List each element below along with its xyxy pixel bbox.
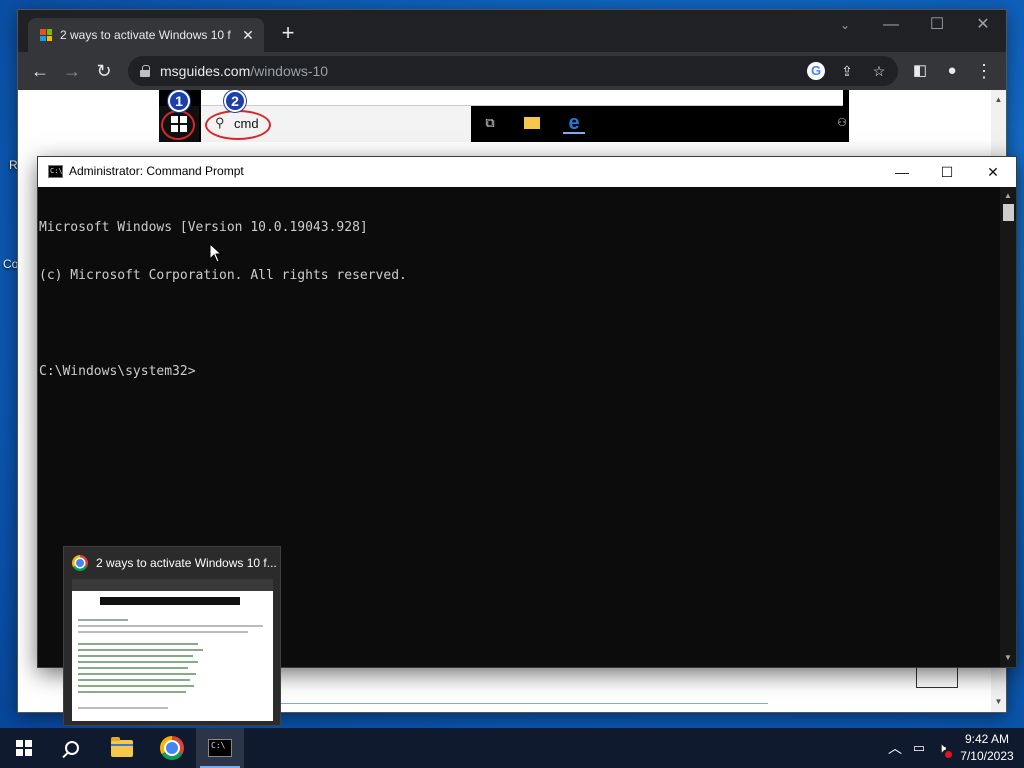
annotation-circle-1 xyxy=(161,110,195,140)
cmd-close-button[interactable]: ✕ xyxy=(970,157,1016,187)
clock-date: 7/10/2023 xyxy=(960,749,1014,763)
reload-icon[interactable]: ↻ xyxy=(91,58,117,84)
cmd-window-title: Administrator: Command Prompt xyxy=(69,164,244,178)
thumbnail-text xyxy=(78,643,198,645)
step-badge-2: 2 xyxy=(224,90,246,112)
file-explorer-button[interactable] xyxy=(98,728,146,768)
desktop-icon-label[interactable]: R xyxy=(9,158,18,172)
volume-muted-icon[interactable]: 🕨 xyxy=(932,738,952,758)
close-button[interactable]: ✕ xyxy=(960,10,1006,42)
thumbnail-browser-bar xyxy=(72,579,273,591)
step-badge-1: 1 xyxy=(168,90,190,112)
thumbnail-text xyxy=(78,707,168,709)
lock-icon[interactable] xyxy=(140,65,150,77)
thumbnail-text xyxy=(78,625,263,627)
scroll-down-icon[interactable]: ▼ xyxy=(991,694,1006,709)
thumbnail-image xyxy=(100,597,240,605)
preview-header: 2 ways to activate Windows 10 f... xyxy=(72,555,276,571)
chevron-up-icon[interactable]: ︿ xyxy=(885,738,905,758)
edge-icon: e xyxy=(563,112,585,134)
scroll-thumb[interactable] xyxy=(1003,204,1014,221)
scroll-up-icon[interactable]: ▲ xyxy=(991,92,1006,107)
thumbnail-text xyxy=(78,631,248,633)
task-view-icon: ⧉ xyxy=(485,115,495,130)
new-tab-button[interactable]: + xyxy=(276,22,300,46)
browser-tab[interactable]: 2 ways to activate Windows 10 f ✕ xyxy=(28,18,264,52)
minimize-button[interactable]: — xyxy=(868,10,914,42)
preview-title: 2 ways to activate Windows 10 f... xyxy=(96,556,276,570)
menu-kebab-icon[interactable]: ⋮ xyxy=(971,58,997,84)
chrome-taskbar-button[interactable] xyxy=(148,728,196,768)
google-translate-icon[interactable]: G xyxy=(807,62,825,80)
thumbnail-text xyxy=(78,667,188,669)
tutorial-screenshot: ⚲ cmd ⧉ e ⚇ 1 2 xyxy=(159,90,849,142)
people-icon: ⚇ xyxy=(837,117,847,129)
system-clock[interactable]: 9:42 AM 7/10/2023 xyxy=(956,731,1018,765)
start-button[interactable] xyxy=(0,728,48,768)
address-bar[interactable]: msguides.com/windows-10 G ⇪ ☆ xyxy=(128,56,898,86)
tab-search-icon[interactable]: ⌄ xyxy=(822,10,868,42)
console-line: (c) Microsoft Corporation. All rights re… xyxy=(39,268,407,283)
thumbnail-text xyxy=(78,649,203,651)
scroll-up-icon[interactable]: ▲ xyxy=(1000,189,1016,203)
command-prompt-icon: C:\ xyxy=(48,165,63,178)
cmd-taskbar-button[interactable]: C:\ xyxy=(196,728,244,768)
forward-arrow-icon[interactable]: → xyxy=(59,58,85,84)
bookmark-star-icon[interactable]: ☆ xyxy=(869,61,889,81)
tab-title: 2 ways to activate Windows 10 f xyxy=(60,28,231,42)
desktop: R Co 2 ways to activate Windows 10 f ✕ +… xyxy=(0,0,1024,728)
command-prompt-icon: C:\ xyxy=(208,739,232,757)
console-line: Microsoft Windows [Version 10.0.19043.92… xyxy=(39,220,368,235)
desktop-icon-label[interactable]: Co xyxy=(3,257,18,271)
tab-close-icon[interactable]: ✕ xyxy=(240,27,256,44)
share-icon[interactable]: ⇪ xyxy=(837,61,857,81)
cmd-title-bar[interactable]: C:\ Administrator: Command Prompt — ☐ ✕ xyxy=(38,157,1016,187)
back-arrow-icon[interactable]: ← xyxy=(27,58,53,84)
chrome-icon xyxy=(160,736,184,760)
folder-icon xyxy=(521,112,543,134)
maximize-button[interactable]: ☐ xyxy=(914,10,960,42)
url-text[interactable]: msguides.com/windows-10 xyxy=(160,63,328,79)
profile-icon[interactable]: ● xyxy=(939,58,965,84)
network-icon[interactable]: ▭ xyxy=(909,738,929,758)
thumbnail-text xyxy=(78,691,186,693)
preview-thumbnail[interactable] xyxy=(72,579,273,721)
thumbnail-text xyxy=(78,661,198,663)
taskbar-thumbnail-preview[interactable]: 2 ways to activate Windows 10 f... xyxy=(63,546,281,726)
cmd-minimize-button[interactable]: — xyxy=(879,157,925,187)
screenshot-window-strip xyxy=(201,90,843,106)
taskbar-search-button[interactable] xyxy=(48,728,96,768)
folder-icon xyxy=(111,736,133,757)
mouse-pointer-icon xyxy=(209,243,223,263)
thumbnail-text xyxy=(78,673,196,675)
browser-toolbar: ← → ↻ msguides.com/windows-10 G ⇪ ☆ ◧ ● … xyxy=(18,52,1006,90)
windows-logo-icon xyxy=(16,740,32,756)
chrome-icon xyxy=(72,555,88,571)
clock-time: 9:42 AM xyxy=(964,732,1010,746)
annotation-circle-2 xyxy=(205,110,271,140)
cmd-maximize-button[interactable]: ☐ xyxy=(924,157,970,187)
page-box-outline xyxy=(916,666,958,688)
console-prompt[interactable]: C:\Windows\system32> xyxy=(39,364,999,380)
thumbnail-text xyxy=(78,655,193,657)
side-panel-icon[interactable]: ◧ xyxy=(907,58,933,84)
search-icon xyxy=(65,741,79,755)
tab-strip: 2 ways to activate Windows 10 f ✕ + ⌄ — … xyxy=(18,10,1006,52)
thumbnail-text xyxy=(78,685,194,687)
cmd-scrollbar[interactable]: ▲ ▼ xyxy=(1000,187,1016,667)
taskbar: C:\ ︿ ▭ 🕨 9:42 AM 7/10/2023 xyxy=(0,728,1024,768)
site-favicon-icon xyxy=(40,29,52,41)
thumbnail-text xyxy=(78,619,128,621)
thumbnail-text xyxy=(78,679,190,681)
scroll-down-icon[interactable]: ▼ xyxy=(1000,651,1016,665)
